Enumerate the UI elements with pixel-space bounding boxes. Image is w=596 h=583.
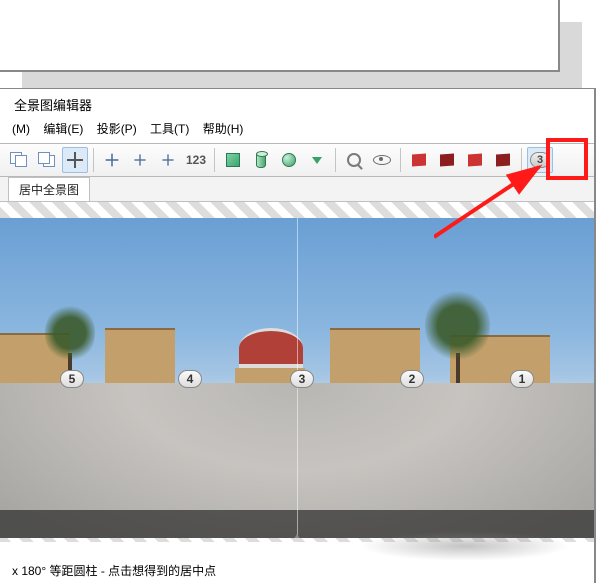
menu-bar: (M) 编辑(E) 投影(P) 工具(T) 帮助(H) (0, 116, 594, 143)
toolbar-separator (93, 148, 94, 172)
menu-projection[interactable]: 投影(P) (97, 122, 137, 136)
proj-sphere-button[interactable] (276, 147, 302, 173)
mask-red-button[interactable] (406, 147, 432, 173)
menu-file[interactable]: (M) (12, 122, 30, 136)
app-window: 全景图编辑器 (M) 编辑(E) 投影(P) 工具(T) 帮助(H) 123 3 (0, 88, 596, 583)
window-title: 全景图编辑器 (0, 89, 594, 116)
crosshair-button[interactable] (62, 147, 88, 173)
image-marker[interactable]: 4 (178, 370, 202, 388)
proj-planar-button[interactable] (220, 147, 246, 173)
annotation-highlight-box (546, 138, 588, 180)
center-slider-handle[interactable] (292, 534, 302, 538)
shadow-decoration (360, 531, 570, 561)
tree-graphic (425, 288, 490, 383)
mask-darkred2-button[interactable] (490, 147, 516, 173)
zoom-button[interactable] (341, 147, 367, 173)
preview-button[interactable] (369, 147, 395, 173)
toolbar: 123 3 (0, 143, 594, 177)
overlap-back-button[interactable] (34, 147, 60, 173)
status-bar-text: x 180° 等距圆柱 - 点击想得到的居中点 (12, 562, 216, 579)
transparency-strip-top (0, 202, 594, 218)
menu-help[interactable]: 帮助(H) (203, 122, 244, 136)
move-button[interactable] (99, 147, 125, 173)
align-h-button[interactable] (127, 147, 153, 173)
align-v-button[interactable] (155, 147, 181, 173)
toolbar-separator (335, 148, 336, 172)
menu-tools[interactable]: 工具(T) (150, 122, 189, 136)
toolbar-separator (521, 148, 522, 172)
panorama-viewport[interactable]: 5 4 3 2 1 (0, 218, 594, 538)
proj-cylinder-button[interactable] (248, 147, 274, 173)
proj-dropdown-button[interactable] (304, 147, 330, 173)
image-marker[interactable]: 2 (400, 370, 424, 388)
image-marker[interactable]: 3 (290, 370, 314, 388)
image-marker[interactable]: 1 (510, 370, 534, 388)
toolbar-separator (214, 148, 215, 172)
overlap-front-button[interactable] (6, 147, 32, 173)
mask-red2-button[interactable] (462, 147, 488, 173)
panorama-canvas[interactable]: 5 4 3 2 1 (0, 202, 594, 542)
tab-center-panorama[interactable]: 居中全景图 (8, 177, 90, 201)
numeric-button[interactable]: 123 (183, 147, 209, 173)
tab-bar: 居中全景图 (0, 177, 594, 202)
mask-darkred-button[interactable] (434, 147, 460, 173)
menu-edit[interactable]: 编辑(E) (43, 122, 83, 136)
building-graphic (105, 328, 175, 383)
toolbar-separator (400, 148, 401, 172)
image-marker[interactable]: 5 (60, 370, 84, 388)
